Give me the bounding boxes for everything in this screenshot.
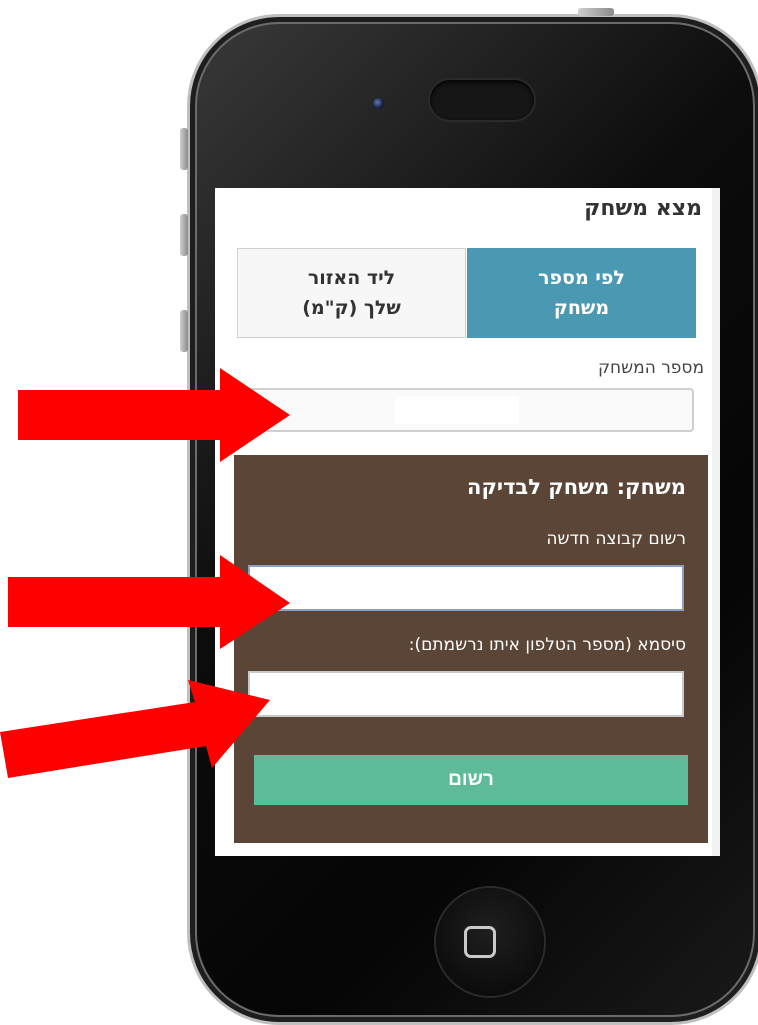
password-label: סיסמא (מספר הטלפון איתו נרשמתם): xyxy=(408,635,686,655)
arrow-to-password xyxy=(0,680,270,778)
app-screen: מצא משחק לפי מספר משחק ליד האזור שלך (ק"… xyxy=(215,188,720,856)
registration-panel: משחק: משחק לבדיקה רשום קבוצה חדשה סיסמא … xyxy=(234,455,708,843)
mute-switch xyxy=(180,128,188,170)
volume-up-button xyxy=(180,214,188,256)
front-camera-icon xyxy=(373,98,384,109)
game-number-label: מספר המשחק xyxy=(597,358,704,378)
game-title: משחק: משחק לבדיקה xyxy=(467,475,686,499)
password-input[interactable] xyxy=(248,671,684,717)
arrow-to-group-name xyxy=(8,555,290,649)
tab-nearby-area[interactable]: ליד האזור שלך (ק"מ) xyxy=(237,248,466,338)
arrow-to-game-number xyxy=(18,368,290,462)
group-name-label: רשום קבוצה חדשה xyxy=(546,529,686,549)
power-button xyxy=(578,8,614,16)
home-square-icon xyxy=(464,926,496,958)
scrollbar[interactable] xyxy=(712,188,720,856)
page-title: מצא משחק xyxy=(584,196,702,221)
group-name-input[interactable] xyxy=(248,565,684,611)
game-number-input[interactable] xyxy=(241,388,694,432)
tab-by-game-number[interactable]: לפי מספר משחק xyxy=(467,248,696,338)
volume-down-button xyxy=(180,310,188,352)
register-button[interactable]: רשום xyxy=(254,755,688,805)
game-number-value xyxy=(395,396,519,424)
search-mode-tabs: לפי מספר משחק ליד האזור שלך (ק"מ) xyxy=(237,248,696,338)
earpiece-speaker xyxy=(430,80,534,120)
